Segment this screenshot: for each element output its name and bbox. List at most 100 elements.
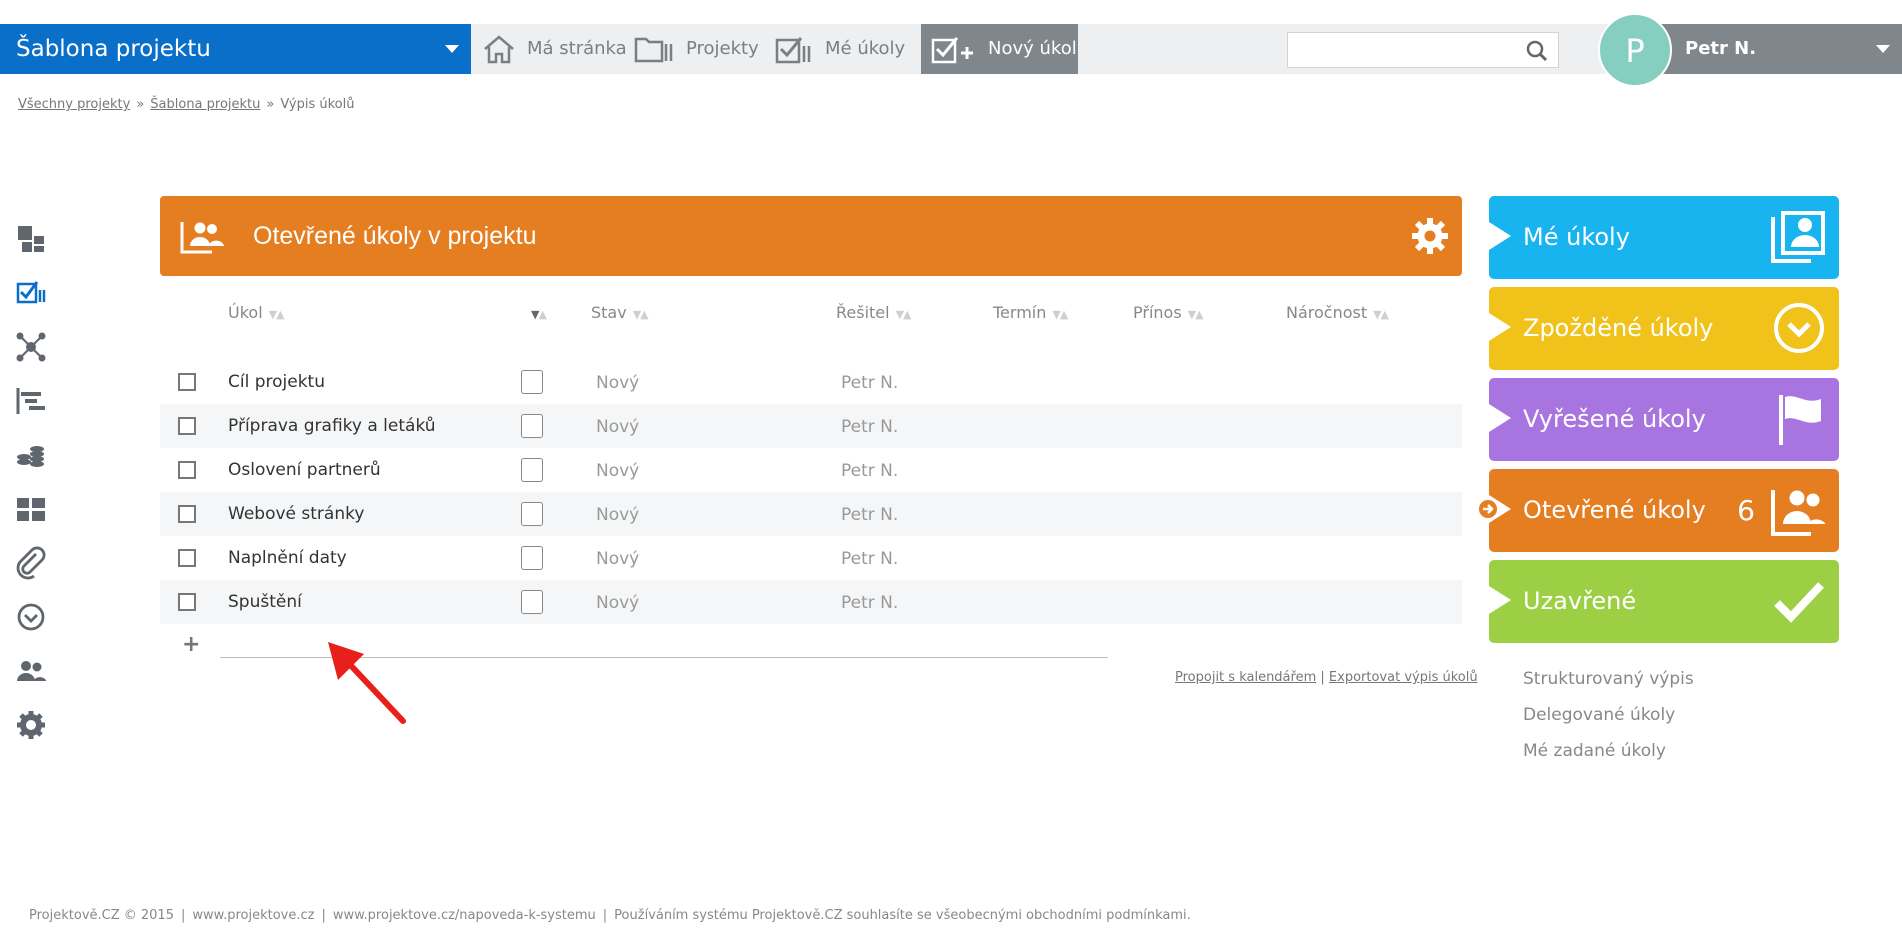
- tasks-icon[interactable]: [14, 276, 50, 312]
- column-header-label: Termín: [993, 303, 1047, 322]
- task-name[interactable]: Oslovení partnerů: [228, 448, 381, 492]
- settings-icon[interactable]: [14, 708, 50, 744]
- row-checkbox[interactable]: [178, 505, 196, 523]
- column-header-deadline[interactable]: Termín ▼▲: [993, 303, 1068, 322]
- table-row[interactable]: Naplnění daty Nový Petr N.: [160, 536, 1462, 580]
- card-open-tasks[interactable]: Otevřené úkoly 6: [1489, 469, 1839, 552]
- task-name[interactable]: Spuštění: [228, 580, 302, 624]
- task-assignee: Petr N.: [841, 505, 899, 525]
- table-row[interactable]: Příprava grafiky a letáků Nový Petr N.: [160, 404, 1462, 448]
- nav-my-page-label: Má stránka: [527, 38, 627, 59]
- add-task-plus-icon[interactable]: +: [182, 632, 200, 657]
- sort-icon[interactable]: ▼▲: [1188, 308, 1204, 321]
- nav-projects-label: Projekty: [686, 38, 759, 59]
- row-checkbox[interactable]: [178, 373, 196, 391]
- footer-terms[interactable]: Používáním systému Projektově.CZ souhlas…: [614, 908, 1191, 923]
- footer: Projektově.CZ © 2015 | www.projektove.cz | w…: [29, 908, 1191, 923]
- done-checkbox[interactable]: [521, 370, 543, 394]
- gantt-icon[interactable]: [14, 384, 50, 420]
- table-row[interactable]: Spuštění Nový Petr N.: [160, 580, 1462, 624]
- tasks-icon: [775, 37, 811, 64]
- users-icon[interactable]: [14, 654, 50, 690]
- folders-icon: [634, 37, 673, 63]
- grid-icon[interactable]: [14, 492, 50, 528]
- task-status: Nový: [596, 373, 640, 393]
- project-name: Šablona projektu: [16, 36, 211, 62]
- card-closed-tasks[interactable]: Uzavřené: [1489, 560, 1839, 643]
- breadcrumb-all-projects[interactable]: Všechny projekty: [18, 97, 130, 112]
- footer-website-link[interactable]: www.projektove.cz: [192, 908, 314, 923]
- flag-icon: [1779, 395, 1821, 445]
- coins-icon[interactable]: [14, 438, 50, 474]
- sort-icon[interactable]: ▼▲: [531, 308, 547, 321]
- done-checkbox[interactable]: [521, 502, 543, 526]
- task-assignee: Petr N.: [841, 461, 899, 481]
- paperclip-icon[interactable]: [14, 546, 50, 582]
- new-task-label: Nový úkol: [988, 38, 1077, 59]
- add-task-icon: [931, 37, 973, 64]
- done-checkbox[interactable]: [521, 546, 543, 570]
- chevron-down-icon: [445, 45, 459, 53]
- breadcrumb-project[interactable]: Šablona projektu: [150, 97, 260, 112]
- avatar[interactable]: P: [1598, 13, 1672, 87]
- current-selection-icon: [1477, 498, 1499, 520]
- card-notch: [1489, 586, 1511, 614]
- task-status: Nový: [596, 505, 640, 525]
- network-icon[interactable]: [14, 330, 50, 366]
- sort-icon[interactable]: ▼▲: [269, 308, 285, 321]
- column-header-label: Úkol: [228, 303, 263, 322]
- column-header-assignee[interactable]: Řešitel ▼▲: [836, 303, 912, 322]
- column-header-status[interactable]: Stav ▼▲: [591, 303, 649, 322]
- export-link[interactable]: Exportovat výpis úkolů: [1329, 670, 1478, 685]
- sort-icon[interactable]: ▼▲: [896, 308, 912, 321]
- task-status: Nový: [596, 417, 640, 437]
- column-header-task[interactable]: Úkol ▼▲: [228, 303, 285, 322]
- task-name[interactable]: Webové stránky: [228, 492, 364, 536]
- task-name[interactable]: Naplnění daty: [228, 536, 347, 580]
- card-my-tasks[interactable]: Mé úkoly: [1489, 196, 1839, 279]
- new-task-button[interactable]: Nový úkol: [921, 24, 1078, 74]
- table-row[interactable]: Cíl projektu Nový Petr N.: [160, 360, 1462, 404]
- done-checkbox[interactable]: [521, 458, 543, 482]
- row-checkbox[interactable]: [178, 417, 196, 435]
- table-row[interactable]: Oslovení partnerů Nový Petr N.: [160, 448, 1462, 492]
- card-label: Uzavřené: [1523, 587, 1637, 615]
- task-status: Nový: [596, 461, 640, 481]
- footer-help-link[interactable]: www.projektove.cz/napoveda-k-systemu: [333, 908, 596, 923]
- column-header-label: Stav: [591, 303, 627, 322]
- card-delayed-tasks[interactable]: Zpožděné úkoly: [1489, 287, 1839, 370]
- structured-list-link[interactable]: Strukturovaný výpis: [1523, 666, 1694, 702]
- table-row[interactable]: Webové stránky Nový Petr N.: [160, 492, 1462, 536]
- search-icon[interactable]: [1526, 40, 1548, 62]
- clock-icon[interactable]: [14, 600, 50, 636]
- sort-icon[interactable]: ▼▲: [1373, 308, 1389, 321]
- task-name[interactable]: Příprava grafiky a letáků: [228, 404, 436, 448]
- search-box[interactable]: [1287, 32, 1559, 68]
- breadcrumb: Všechny projekty » Šablona projektu » Výpis …: [18, 97, 355, 112]
- card-resolved-tasks[interactable]: Vyřešené úkoly: [1489, 378, 1839, 461]
- done-checkbox[interactable]: [521, 414, 543, 438]
- task-name[interactable]: Cíl projektu: [228, 360, 325, 404]
- done-checkbox[interactable]: [521, 590, 543, 614]
- user-name: Petr N.: [1685, 38, 1757, 59]
- footer-separator: |: [321, 908, 326, 923]
- dashboard-icon[interactable]: [14, 222, 50, 258]
- sort-icon[interactable]: ▼▲: [1052, 308, 1068, 321]
- row-checkbox[interactable]: [178, 461, 196, 479]
- user-menu[interactable]: Petr N.: [1635, 24, 1902, 74]
- search-input[interactable]: [1294, 33, 1518, 67]
- column-header-difficulty[interactable]: Náročnost ▼▲: [1286, 303, 1389, 322]
- delegated-tasks-link[interactable]: Delegované úkoly: [1523, 702, 1694, 738]
- my-assigned-tasks-link[interactable]: Mé zadané úkoly: [1523, 738, 1694, 774]
- table-links: Propojit s kalendářem | Exportovat výpis…: [1175, 670, 1478, 685]
- sort-icon[interactable]: ▼▲: [633, 308, 649, 321]
- project-selector[interactable]: Šablona projektu: [0, 24, 471, 74]
- calendar-link[interactable]: Propojit s kalendářem: [1175, 670, 1316, 685]
- row-checkbox[interactable]: [178, 593, 196, 611]
- card-label: Mé úkoly: [1523, 223, 1630, 251]
- gear-icon[interactable]: [1410, 216, 1450, 256]
- chevron-down-icon: [1876, 45, 1890, 53]
- column-header-check[interactable]: ▼▲: [531, 303, 547, 322]
- column-header-benefit[interactable]: Přínos ▼▲: [1133, 303, 1204, 322]
- row-checkbox[interactable]: [178, 549, 196, 567]
